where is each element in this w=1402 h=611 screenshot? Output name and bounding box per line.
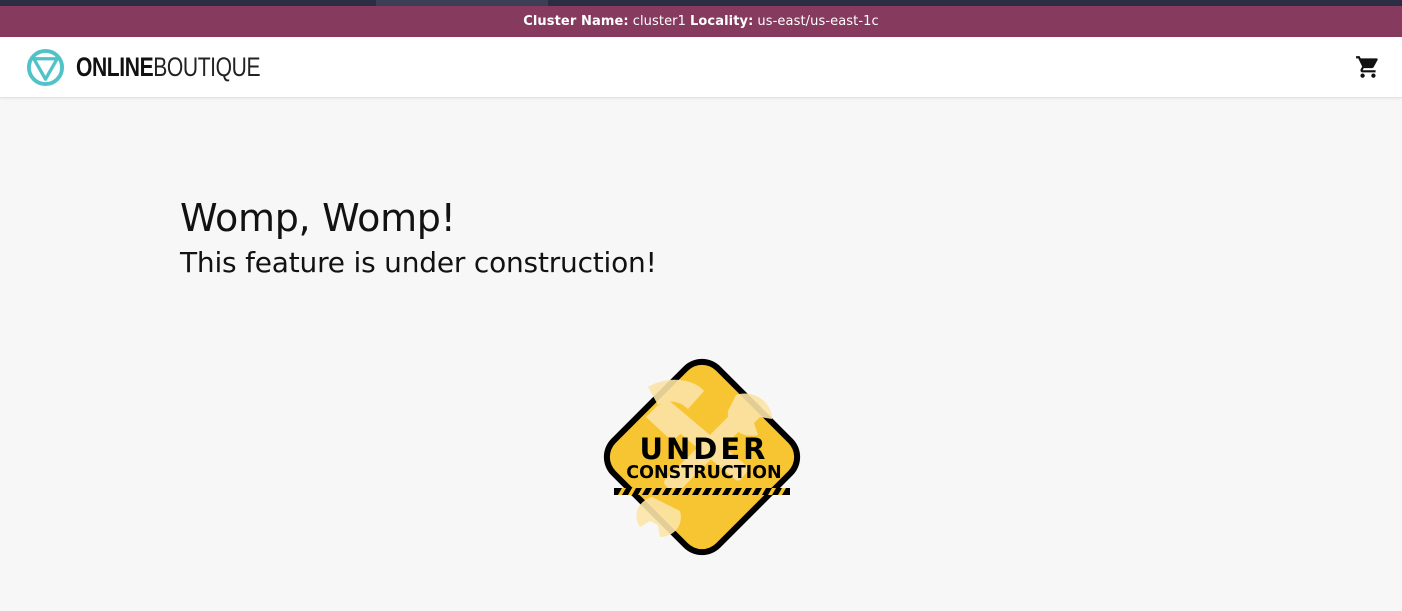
logo-text-light: BOUTIQUE [153, 51, 261, 82]
cluster-name-value: cluster1 [632, 14, 686, 29]
hazard-stripe [614, 488, 790, 495]
shopping-cart-icon[interactable] [1355, 54, 1381, 80]
home-logo-link[interactable]: ONLINE BOUTIQUE [26, 46, 312, 88]
sign-line-construction: CONSTRUCTION [626, 463, 781, 483]
online-boutique-logo-icon [26, 48, 65, 86]
under-construction-sign: UNDER CONSTRUCTION [576, 331, 828, 583]
locality-value: us-east/us-east-1c [757, 14, 879, 29]
page-subheading: This feature is under construction! [180, 246, 657, 279]
locality-label: Locality: [690, 14, 754, 29]
logo-wordmark: ONLINE BOUTIQUE [76, 52, 260, 83]
page-heading: Womp, Womp! [180, 196, 456, 240]
main-content: Womp, Womp! This feature is under constr… [180, 195, 1180, 281]
site-header: ONLINE BOUTIQUE [0, 37, 1402, 98]
cluster-name-label: Cluster Name: [523, 14, 629, 29]
sign-line-under: UNDER [639, 432, 768, 466]
cluster-info-bar: Cluster Name: cluster1 Locality: us-east… [0, 6, 1402, 37]
logo-text-strong: ONLINE [76, 51, 154, 82]
